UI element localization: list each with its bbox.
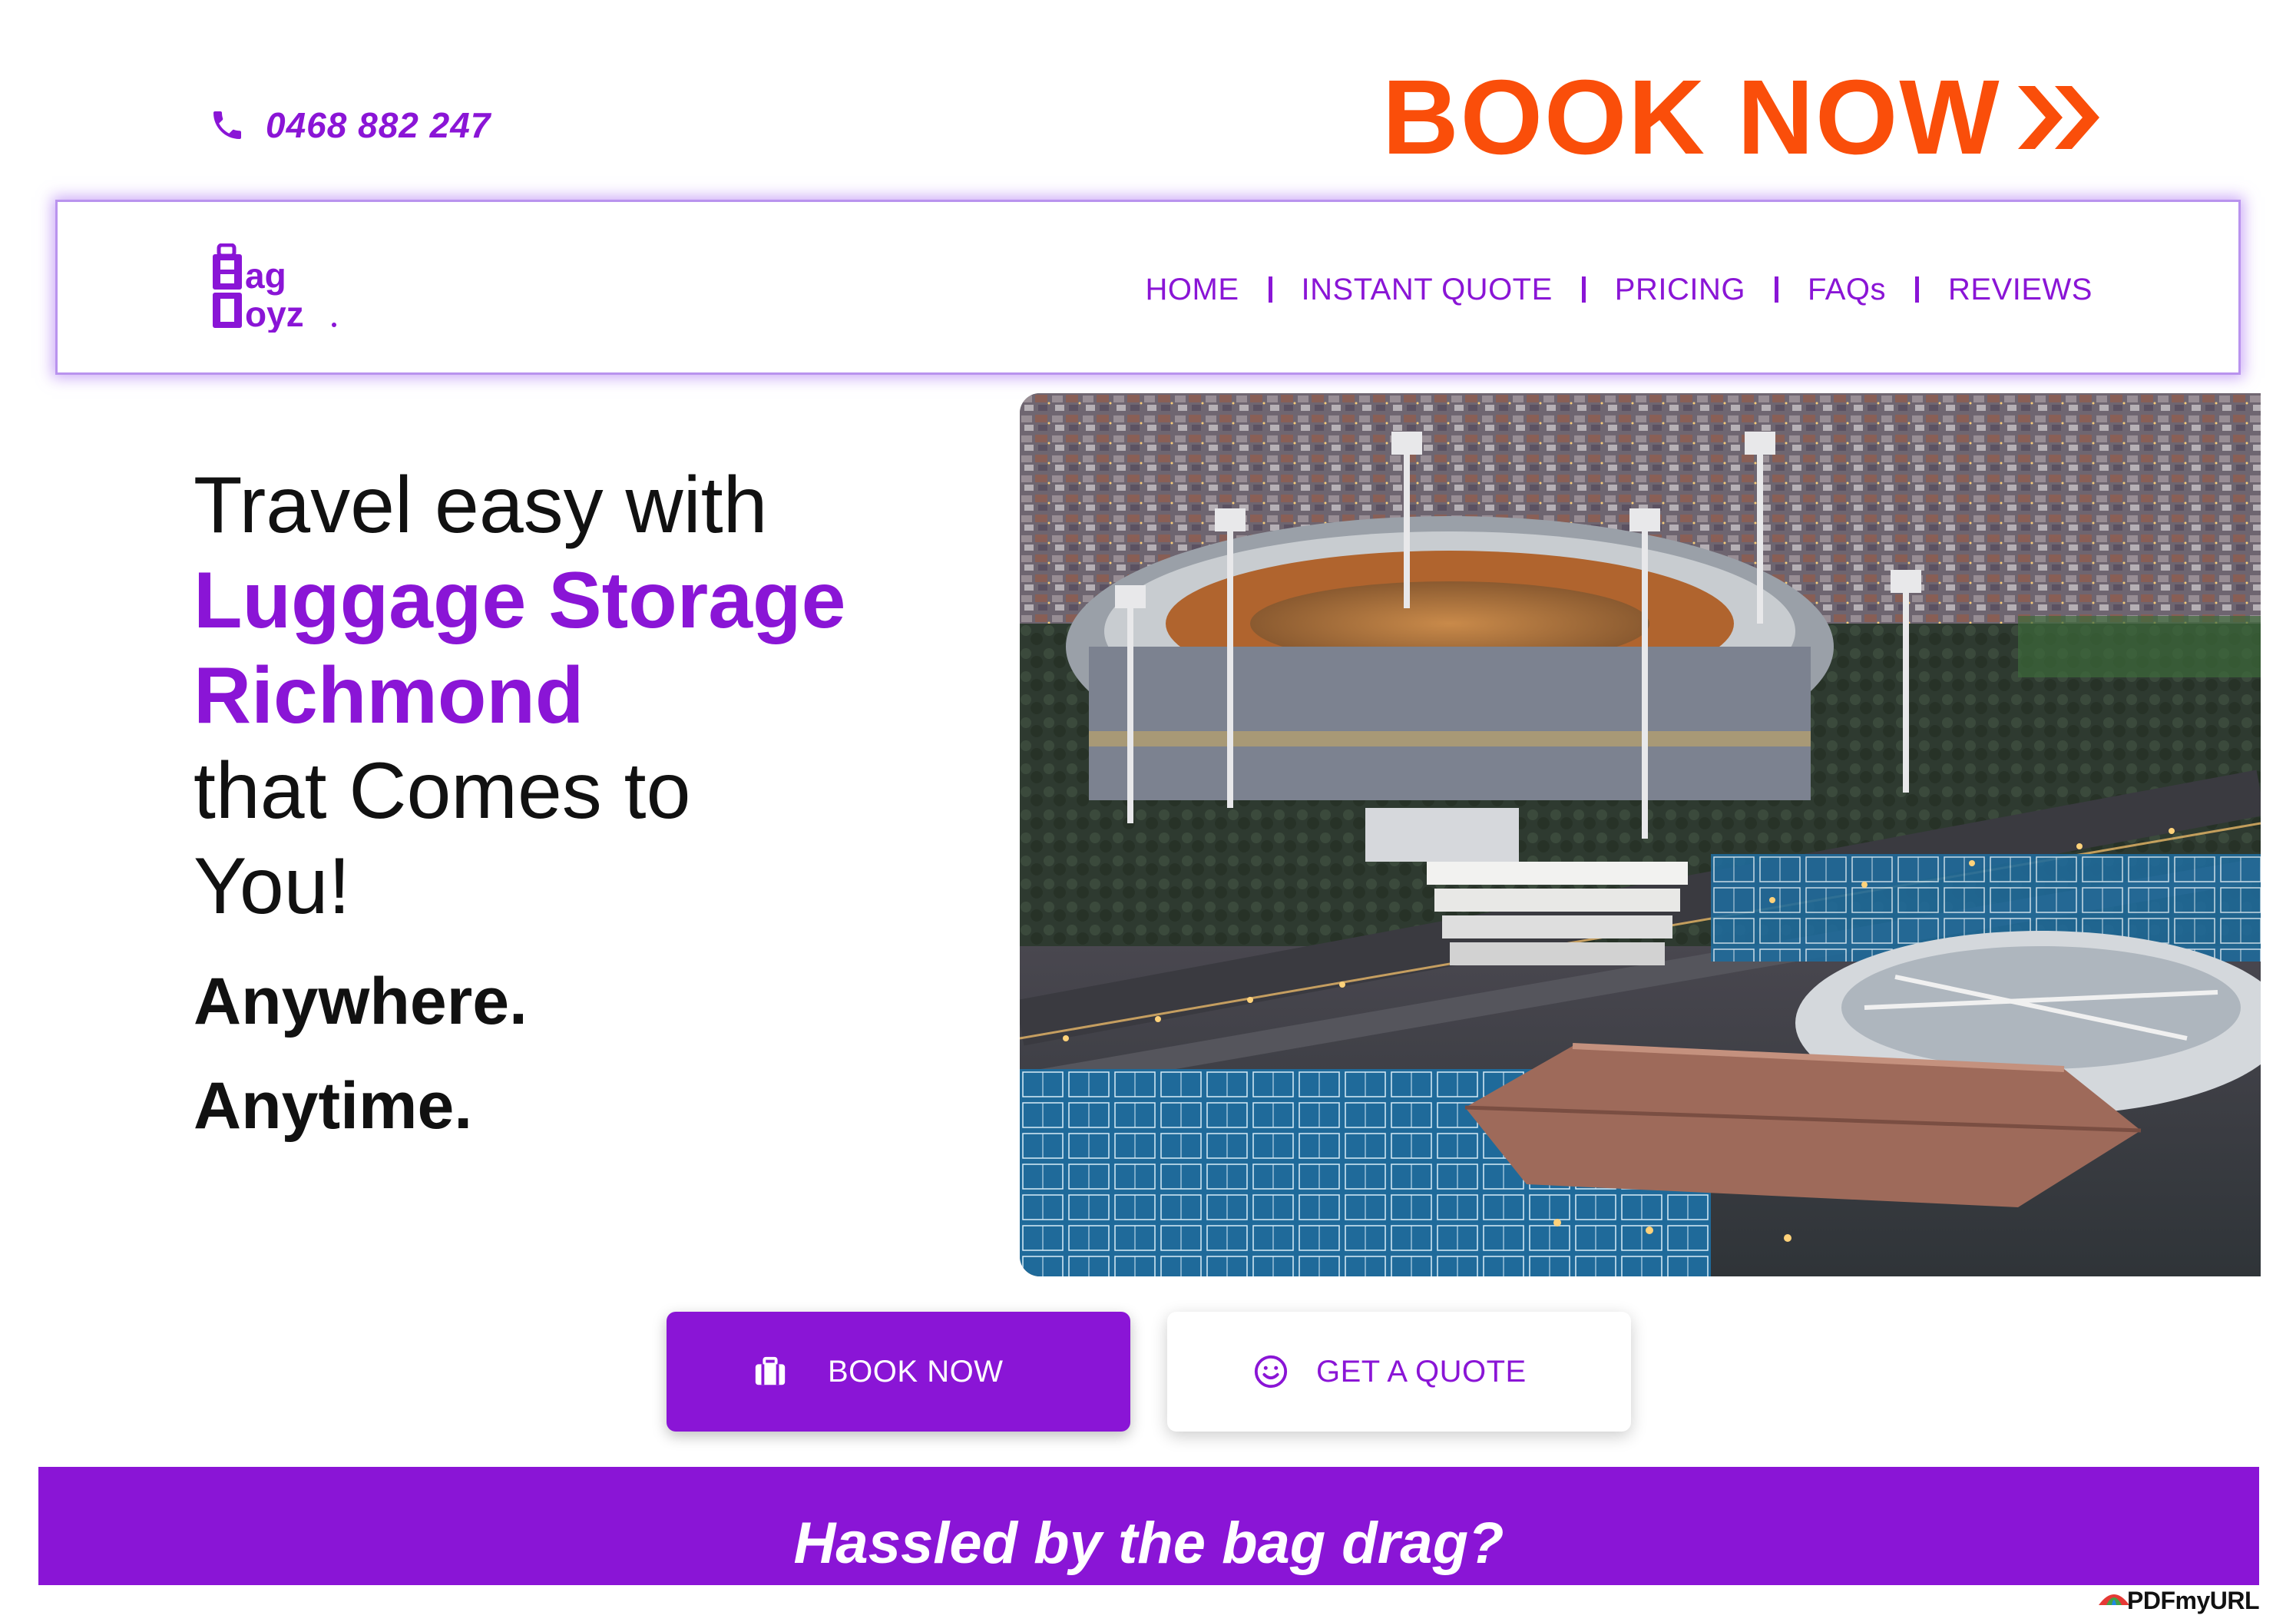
phone-number: 0468 882 247 <box>266 105 491 145</box>
hero-accent-2: Richmond <box>194 651 584 740</box>
book-now-button-label: BOOK NOW <box>828 1354 1004 1389</box>
hero-line-3: You! <box>194 842 351 931</box>
get-quote-button-label: GET A QUOTE <box>1316 1354 1527 1389</box>
phone-link[interactable]: 0468 882 247 <box>209 104 491 146</box>
pdfmyurl-watermark: PDFmyURL <box>2095 1587 2260 1615</box>
main-nav: ag oyz HOME INSTANT QUOTE PRICING FAQs R… <box>55 200 2241 375</box>
double-chevron-right-icon <box>2017 86 2099 149</box>
page: 0468 882 247 BOOK NOW ag oyz HOME INSTAN… <box>0 0 2296 1622</box>
tagline-anytime: Anytime. <box>194 1069 473 1143</box>
hero-accent-1: Luggage Storage <box>194 556 846 645</box>
book-now-header-label: BOOK NOW <box>1382 58 2001 177</box>
nav-divider <box>1581 276 1586 303</box>
nav-home[interactable]: HOME <box>1146 273 1239 307</box>
nav-divider <box>1915 276 1920 303</box>
hero-heading: Travel easy with Luggage Storage Richmon… <box>194 458 1000 1158</box>
nav-divider <box>1268 276 1272 303</box>
purple-banner: Hassled by the bag drag? <box>38 1467 2259 1585</box>
phone-icon <box>213 111 241 139</box>
smile-icon <box>1254 1355 1288 1389</box>
nav-reviews[interactable]: REVIEWS <box>1948 273 2093 307</box>
nav-pricing[interactable]: PRICING <box>1615 273 1745 307</box>
book-now-button[interactable]: BOOK NOW <box>667 1312 1130 1432</box>
hero-line-1: Travel easy with <box>194 461 768 550</box>
svg-text:ag: ag <box>245 256 286 296</box>
svg-text:oyz: oyz <box>245 294 304 333</box>
bag-boyz-logo[interactable]: ag oyz <box>211 243 342 333</box>
tagline-anywhere: Anywhere. <box>194 965 528 1038</box>
hero-line-2: that Comes to <box>194 746 691 836</box>
banner-heading: Hassled by the bag drag? <box>793 1511 1504 1576</box>
nav-menu: HOME INSTANT QUOTE PRICING FAQs REVIEWS <box>1146 202 2093 377</box>
nav-divider <box>1774 276 1778 303</box>
suitcase-icon <box>755 1356 786 1385</box>
nav-instant-quote[interactable]: INSTANT QUOTE <box>1302 273 1553 307</box>
hero-stadium-image <box>1020 393 2261 1276</box>
nav-faqs[interactable]: FAQs <box>1808 273 1886 307</box>
book-now-header-link[interactable]: BOOK NOW <box>1382 65 2104 170</box>
get-quote-button[interactable]: GET A QUOTE <box>1167 1312 1631 1432</box>
pdfmyurl-text: PDFmyURL <box>2126 1587 2260 1614</box>
